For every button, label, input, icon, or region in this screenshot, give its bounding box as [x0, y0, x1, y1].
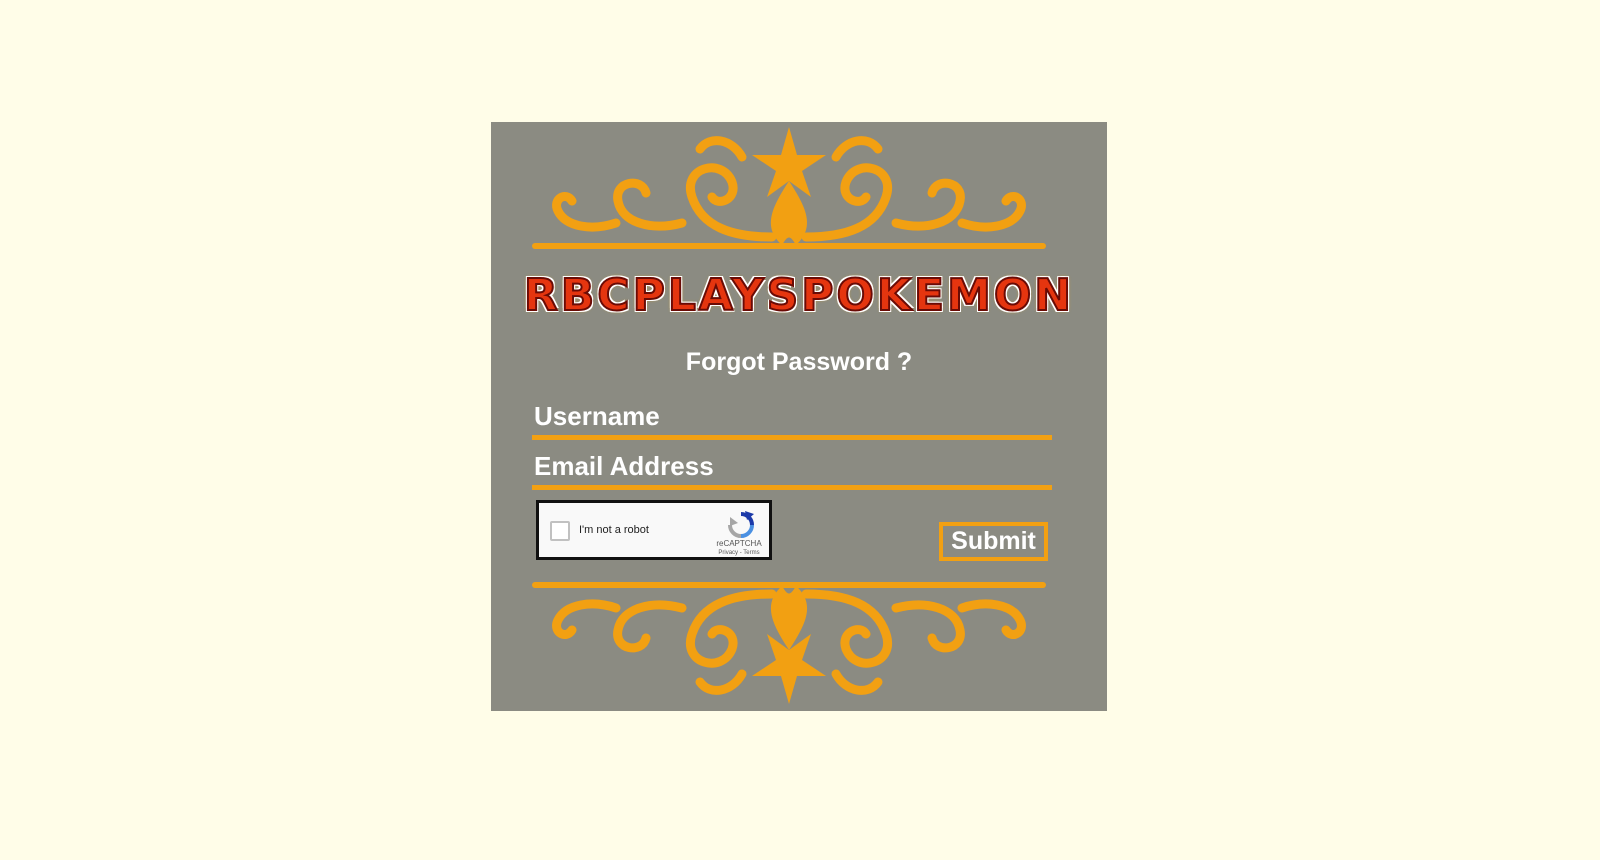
- forgot-password-panel: RBCPLAYSPOKEMON Forgot Password ? I'm no…: [491, 122, 1107, 711]
- recaptcha-widget: I'm not a robot reCAPTCHA Privacy - Term…: [536, 500, 772, 560]
- site-logo: RBCPLAYSPOKEMON: [523, 269, 1075, 322]
- email-address-input[interactable]: [532, 447, 1052, 490]
- ornament-top-icon: [532, 127, 1046, 249]
- page-title: Forgot Password ?: [685, 348, 913, 376]
- recaptcha-checkbox[interactable]: [550, 521, 570, 541]
- recaptcha-brand: reCAPTCHA: [716, 539, 762, 548]
- ornament-bottom-icon: [532, 582, 1046, 704]
- recaptcha-icon: [728, 511, 754, 538]
- username-input[interactable]: [532, 397, 1052, 440]
- recaptcha-label: I'm not a robot: [579, 524, 649, 536]
- recaptcha-privacy-terms-link[interactable]: Privacy - Terms: [705, 550, 773, 556]
- submit-button[interactable]: Submit: [939, 522, 1048, 561]
